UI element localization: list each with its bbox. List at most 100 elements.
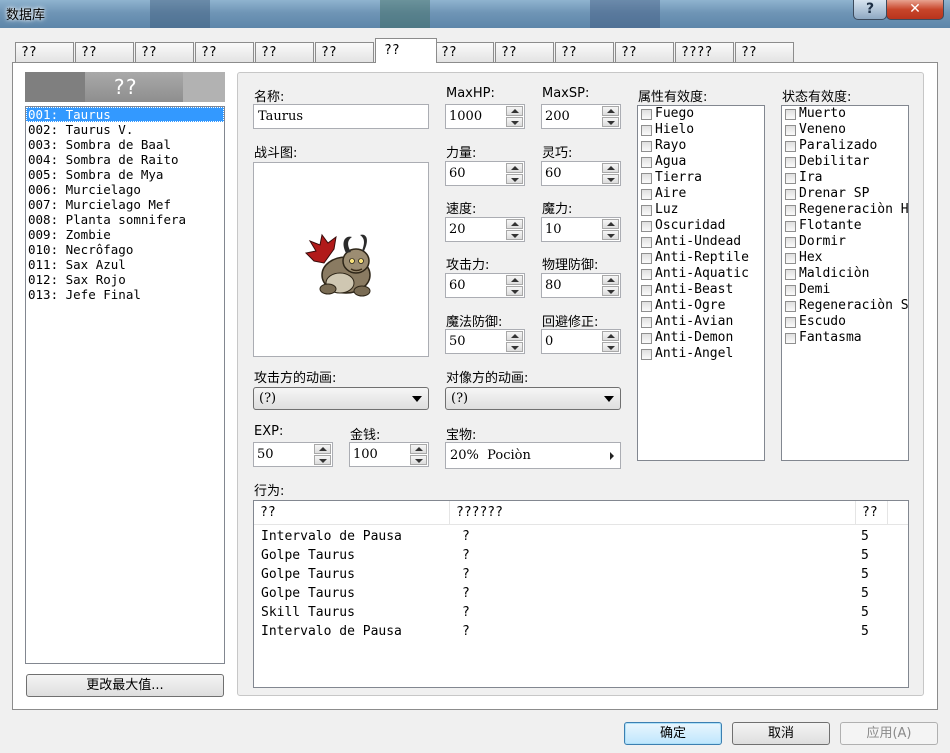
tab-9[interactable]: ?? xyxy=(495,42,554,62)
element-rates-item[interactable]: Hielo xyxy=(638,122,764,138)
column-header[interactable]: ?????? xyxy=(450,501,856,525)
state-rates-item[interactable]: Regeneraciòn H xyxy=(782,202,908,218)
spinner-up-icon[interactable] xyxy=(506,106,523,116)
state-rates-item[interactable]: Debilitar xyxy=(782,154,908,170)
checkbox[interactable] xyxy=(785,237,796,248)
apply-button[interactable]: 应用(A) xyxy=(840,722,938,745)
checkbox[interactable] xyxy=(641,349,652,360)
actions-table[interactable]: ?? ?????? ?? Intervalo de Pausa? 5 Golpe T… xyxy=(253,500,909,688)
spinner-arrows[interactable] xyxy=(602,331,619,352)
spinner-down-icon[interactable] xyxy=(602,342,619,352)
tab-1[interactable]: ?? xyxy=(15,42,74,62)
spinner-arrows[interactable] xyxy=(602,106,619,127)
tab-4[interactable]: ?? xyxy=(195,42,254,62)
element-rates-item[interactable]: Anti-Beast xyxy=(638,282,764,298)
tab-6[interactable]: ?? xyxy=(315,42,374,62)
spinner-up-icon[interactable] xyxy=(602,106,619,116)
state-rates-item[interactable]: Escudo xyxy=(782,314,908,330)
element-rates-list[interactable]: Fuego Hielo Rayo Agua Tierra Aire Luz Oscuridad… xyxy=(637,105,765,461)
treasure-field[interactable]: 20% Pociòn xyxy=(445,442,621,469)
spinner-down-icon[interactable] xyxy=(506,286,523,296)
spinner-arrows[interactable] xyxy=(506,219,523,240)
enemy-list-item[interactable]: 006: Murcielago xyxy=(26,182,224,197)
table-row[interactable]: Golpe Taurus? 5 xyxy=(254,565,908,584)
tab-12[interactable]: ???? xyxy=(675,42,734,62)
checkbox[interactable] xyxy=(641,109,652,120)
tab-10[interactable]: ?? xyxy=(555,42,614,62)
spinner-arrows[interactable] xyxy=(602,219,619,240)
checkbox[interactable] xyxy=(641,141,652,152)
checkbox[interactable] xyxy=(785,301,796,312)
dex-spinner[interactable]: 60 xyxy=(541,161,621,186)
enemy-list-item[interactable]: 005: Sombra de Mya xyxy=(26,167,224,182)
checkbox[interactable] xyxy=(785,253,796,264)
spinner-down-icon[interactable] xyxy=(602,230,619,240)
spinner-down-icon[interactable] xyxy=(602,117,619,127)
spinner-up-icon[interactable] xyxy=(506,331,523,341)
enemy-list-item[interactable]: 002: Taurus V. xyxy=(26,122,224,137)
enemy-list-item[interactable]: 004: Sombra de Raito xyxy=(26,152,224,167)
pdef-spinner[interactable]: 80 xyxy=(541,273,621,298)
tab-11[interactable]: ?? xyxy=(615,42,674,62)
element-rates-item[interactable]: Anti-Undead xyxy=(638,234,764,250)
spinner-up-icon[interactable] xyxy=(410,444,427,454)
state-rates-list[interactable]: Muerto Veneno Paralizado Debilitar Ira Drenar… xyxy=(781,105,909,461)
checkbox[interactable] xyxy=(785,269,796,280)
spinner-down-icon[interactable] xyxy=(314,455,331,465)
enemy-list-item[interactable]: 011: Sax Azul xyxy=(26,257,224,272)
checkbox[interactable] xyxy=(641,173,652,184)
checkbox[interactable] xyxy=(641,317,652,328)
spinner-down-icon[interactable] xyxy=(506,230,523,240)
element-rates-item[interactable]: Anti-Aquatic xyxy=(638,266,764,282)
tab-5[interactable]: ?? xyxy=(255,42,314,62)
element-rates-item[interactable]: Rayo xyxy=(638,138,764,154)
state-rates-item[interactable]: Demi xyxy=(782,282,908,298)
element-rates-item[interactable]: Luz xyxy=(638,202,764,218)
column-header[interactable]: ?? xyxy=(856,501,888,525)
tab-2[interactable]: ?? xyxy=(75,42,134,62)
state-rates-item[interactable]: Muerto xyxy=(782,106,908,122)
element-rates-item[interactable]: Anti-Ogre xyxy=(638,298,764,314)
checkbox[interactable] xyxy=(641,285,652,296)
enemy-list-item[interactable]: 007: Murcielago Mef xyxy=(26,197,224,212)
enemy-list-item[interactable]: 009: Zombie xyxy=(26,227,224,242)
eva-spinner[interactable]: 0 xyxy=(541,329,621,354)
element-rates-item[interactable]: Oscuridad xyxy=(638,218,764,234)
state-rates-item[interactable]: Paralizado xyxy=(782,138,908,154)
enemy-list-item[interactable]: 008: Planta somnifera xyxy=(26,212,224,227)
checkbox[interactable] xyxy=(641,125,652,136)
target-animation-select[interactable]: (?) xyxy=(445,387,621,410)
attacker-animation-select[interactable]: (?) xyxy=(253,387,429,410)
checkbox[interactable] xyxy=(641,253,652,264)
spinner-down-icon[interactable] xyxy=(602,174,619,184)
checkbox[interactable] xyxy=(785,333,796,344)
help-button[interactable]: ? xyxy=(853,0,887,20)
spinner-up-icon[interactable] xyxy=(602,163,619,173)
checkbox[interactable] xyxy=(785,141,796,152)
spinner-up-icon[interactable] xyxy=(602,331,619,341)
spinner-down-icon[interactable] xyxy=(506,342,523,352)
spinner-up-icon[interactable] xyxy=(506,219,523,229)
spinner-down-icon[interactable] xyxy=(506,117,523,127)
state-rates-item[interactable]: Ira xyxy=(782,170,908,186)
checkbox[interactable] xyxy=(641,221,652,232)
checkbox[interactable] xyxy=(785,157,796,168)
enemy-list[interactable]: 001: Taurus 002: Taurus V. 003: Sombra de … xyxy=(25,106,225,664)
checkbox[interactable] xyxy=(641,205,652,216)
exp-spinner[interactable]: 50 xyxy=(253,442,333,467)
spinner-down-icon[interactable] xyxy=(506,174,523,184)
table-row[interactable]: Golpe Taurus? 5 xyxy=(254,584,908,603)
state-rates-item[interactable]: Flotante xyxy=(782,218,908,234)
spinner-arrows[interactable] xyxy=(602,275,619,296)
element-rates-item[interactable]: Tierra xyxy=(638,170,764,186)
table-row[interactable]: Skill Taurus? 5 xyxy=(254,603,908,622)
column-header[interactable]: ?? xyxy=(254,501,450,525)
checkbox[interactable] xyxy=(641,333,652,344)
int-spinner[interactable]: 10 xyxy=(541,217,621,242)
checkbox[interactable] xyxy=(641,237,652,248)
state-rates-item[interactable]: Veneno xyxy=(782,122,908,138)
spinner-up-icon[interactable] xyxy=(602,219,619,229)
checkbox[interactable] xyxy=(641,301,652,312)
agi-spinner[interactable]: 20 xyxy=(445,217,525,242)
enemy-list-item[interactable]: 003: Sombra de Baal xyxy=(26,137,224,152)
